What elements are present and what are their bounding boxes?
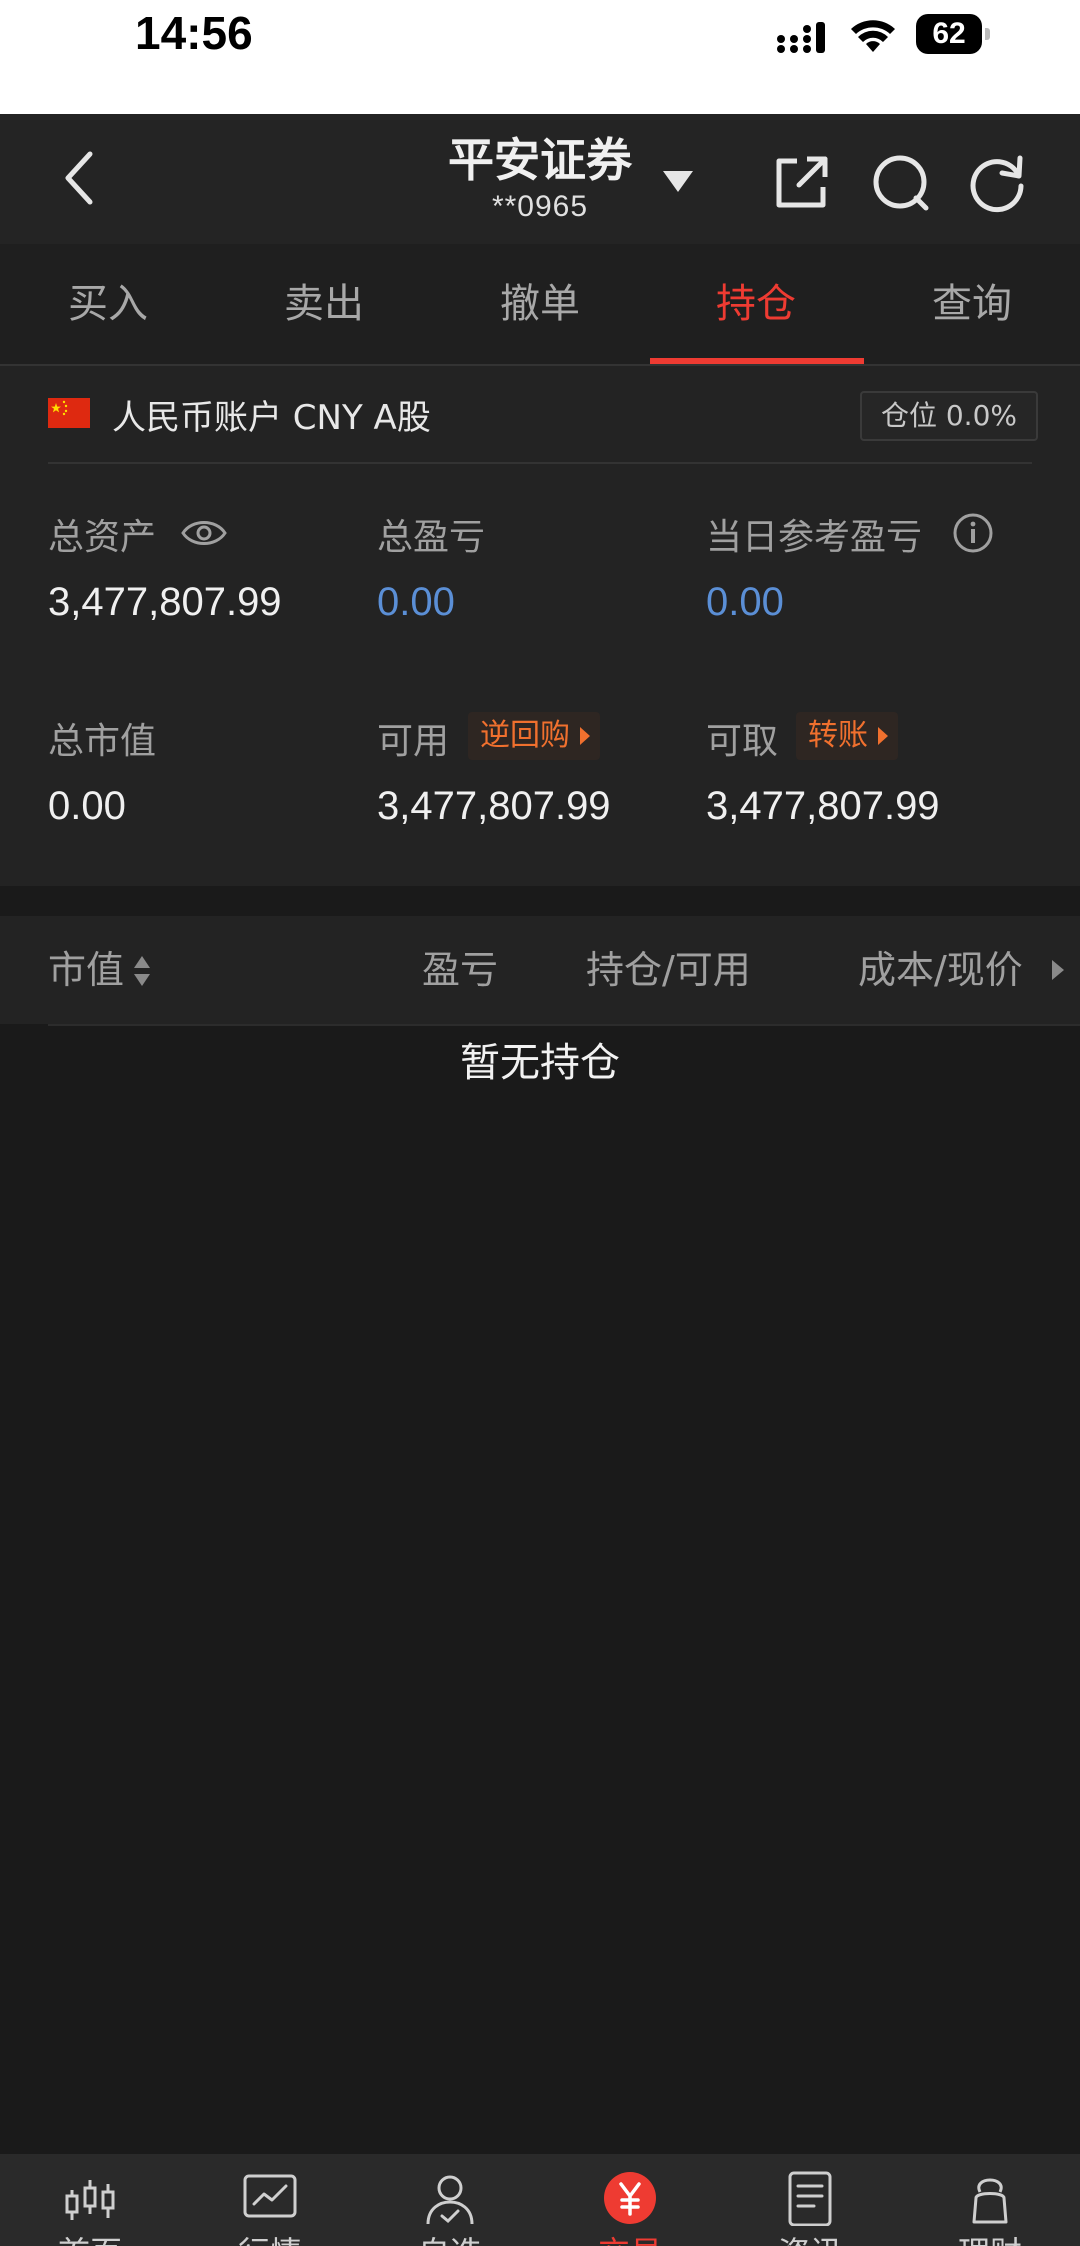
yuan-icon bbox=[604, 2172, 656, 2224]
nav-item-market[interactable]: 行情 bbox=[180, 2154, 360, 2246]
nav-item-wealth[interactable]: 理财 bbox=[900, 2154, 1080, 2246]
nav-label: 行情 bbox=[180, 2228, 360, 2246]
account-dropdown-button[interactable] bbox=[656, 164, 700, 198]
reverse-repo-button[interactable]: 逆回购 bbox=[468, 712, 600, 760]
search-button[interactable] bbox=[866, 148, 936, 218]
candlestick-icon bbox=[65, 2180, 115, 2220]
tab-cancel-order[interactable]: 撤单 bbox=[432, 244, 648, 364]
account-type-label: 人民币账户 CNY A股 bbox=[112, 398, 431, 438]
tab-buy[interactable]: 买入 bbox=[0, 244, 216, 364]
total-assets-label: 总资产 bbox=[48, 517, 157, 558]
market-value-label: 总市值 bbox=[48, 721, 157, 762]
wifi-icon bbox=[851, 20, 895, 52]
column-market-value[interactable]: 市值 bbox=[48, 916, 124, 1024]
active-tab-indicator bbox=[650, 358, 864, 364]
status-time: 14:56 bbox=[135, 7, 253, 59]
transfer-label: 转账 bbox=[808, 718, 868, 753]
nav-label: 交易 bbox=[540, 2228, 720, 2246]
column-pnl: 盈亏 bbox=[422, 948, 499, 992]
bottom-nav: 首页 行情 自选 交易 资讯 理财 bbox=[0, 2154, 1080, 2246]
nav-item-home[interactable]: 首页 bbox=[0, 2154, 180, 2246]
tab-sell[interactable]: 卖出 bbox=[216, 244, 432, 364]
total-pnl-value: 0.00 bbox=[377, 580, 455, 624]
position-ratio-badge: 仓位 0.0% bbox=[860, 391, 1038, 441]
total-assets-value: 3,477,807.99 bbox=[48, 580, 282, 624]
empty-holdings-message: 暂无持仓 bbox=[460, 1040, 620, 1086]
status-bar: 14:56 62 bbox=[0, 0, 1080, 114]
chart-icon bbox=[243, 2174, 297, 2218]
caret-right-icon[interactable] bbox=[1050, 958, 1066, 982]
holdings-table-header: 市值 盈亏 持仓/可用 成本/现价 bbox=[0, 916, 1080, 1024]
nav-label: 首页 bbox=[0, 2228, 180, 2246]
document-icon bbox=[788, 2171, 832, 2226]
nav-item-news[interactable]: 资讯 bbox=[720, 2154, 900, 2246]
nav-item-watchlist[interactable]: 自选 bbox=[360, 2154, 540, 2246]
china-flag-icon bbox=[48, 398, 90, 428]
account-summary-panel: 人民币账户 CNY A股 仓位 0.0% 总资产 3,477,807.99 总盈… bbox=[0, 366, 1080, 886]
battery-level: 62 bbox=[932, 17, 966, 50]
eye-icon[interactable] bbox=[180, 516, 228, 550]
share-button[interactable] bbox=[766, 148, 836, 218]
refresh-icon bbox=[970, 155, 1024, 213]
withdrawable-label: 可取 bbox=[706, 721, 779, 762]
nav-label: 自选 bbox=[360, 2228, 540, 2246]
daily-pnl-value: 0.00 bbox=[706, 580, 784, 624]
triangle-right-icon bbox=[878, 727, 888, 745]
daily-pnl-label: 当日参考盈亏 bbox=[706, 517, 923, 558]
table-divider bbox=[48, 1024, 1080, 1026]
tab-query[interactable]: 查询 bbox=[864, 244, 1080, 364]
refresh-button[interactable] bbox=[962, 148, 1032, 218]
user-check-icon bbox=[426, 2175, 474, 2225]
header: 平安证券 **0965 bbox=[0, 114, 1080, 244]
triangle-right-icon bbox=[580, 727, 590, 745]
reverse-repo-label: 逆回购 bbox=[480, 718, 570, 753]
divider bbox=[48, 462, 1032, 464]
account-row: 人民币账户 CNY A股 仓位 0.0% bbox=[0, 366, 1080, 462]
column-cost-price: 成本/现价 bbox=[858, 948, 1023, 992]
search-icon bbox=[873, 155, 929, 211]
transfer-button[interactable]: 转账 bbox=[796, 712, 898, 760]
total-pnl-label: 总盈亏 bbox=[377, 517, 486, 558]
market-value-value: 0.00 bbox=[48, 784, 126, 828]
trade-tabs: 买入 卖出 撤单 持仓 查询 bbox=[0, 244, 1080, 366]
nav-item-trade[interactable]: 交易 bbox=[540, 2154, 720, 2246]
tab-positions[interactable]: 持仓 bbox=[648, 244, 864, 364]
available-value: 3,477,807.99 bbox=[377, 784, 611, 828]
nav-label: 资讯 bbox=[720, 2228, 900, 2246]
sort-icon[interactable] bbox=[132, 954, 152, 988]
share-icon bbox=[776, 156, 828, 208]
nav-label: 理财 bbox=[900, 2228, 1080, 2246]
column-holdings-available: 持仓/可用 bbox=[586, 948, 751, 992]
available-label: 可用 bbox=[377, 721, 450, 762]
moneybag-icon bbox=[972, 2178, 1008, 2224]
signal-icon bbox=[777, 22, 825, 53]
withdrawable-value: 3,477,807.99 bbox=[706, 784, 940, 828]
battery-indicator: 62 bbox=[916, 14, 990, 54]
caret-down-icon bbox=[663, 171, 693, 192]
info-icon[interactable] bbox=[952, 512, 994, 554]
